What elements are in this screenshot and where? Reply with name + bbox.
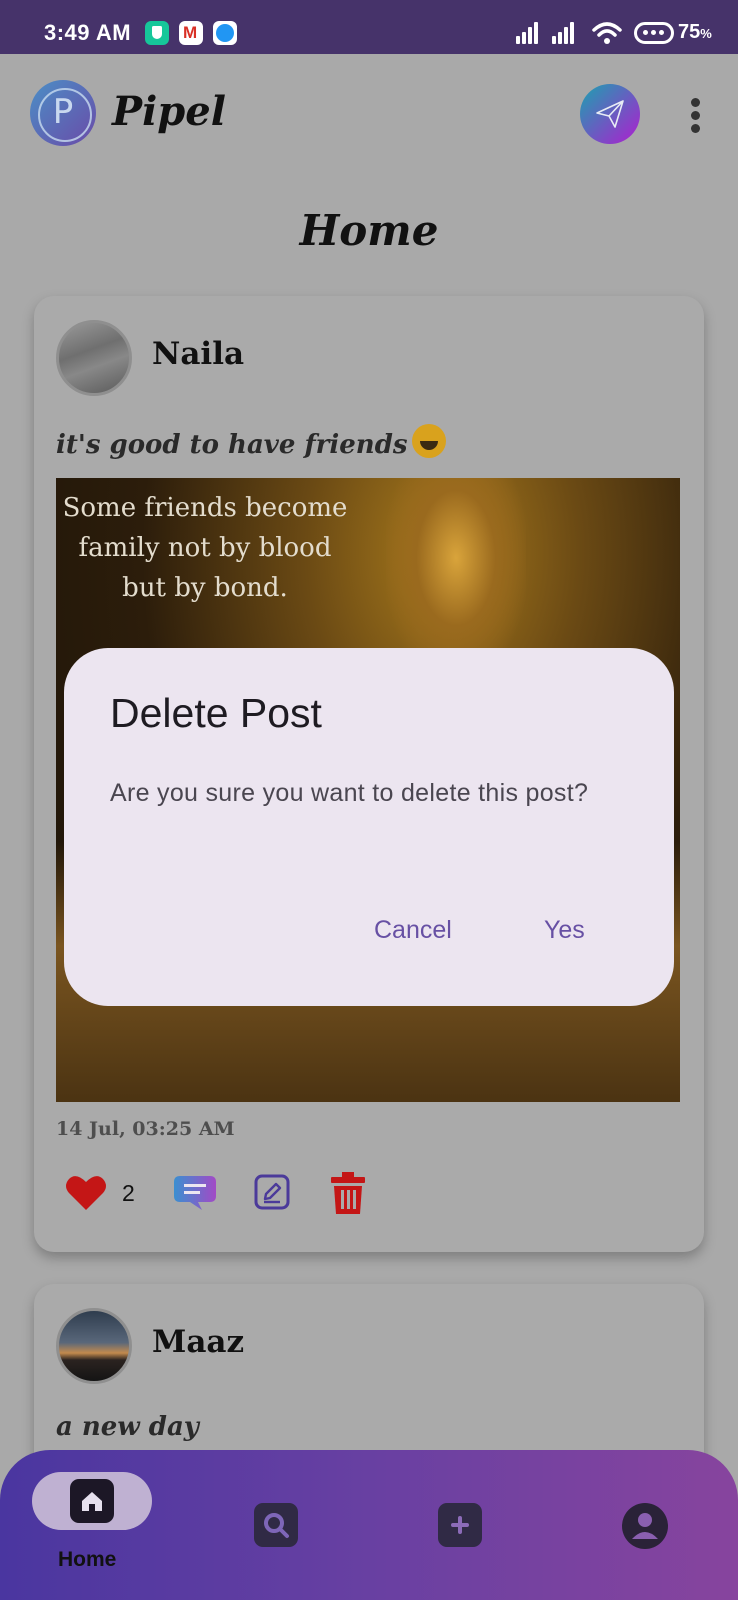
- battery-icon: [634, 22, 674, 44]
- status-time: 3:49 AM: [44, 20, 132, 45]
- profile-icon[interactable]: [622, 1503, 668, 1549]
- messenger-icon: [213, 21, 237, 45]
- home-icon[interactable]: [70, 1479, 114, 1523]
- battery-percent: 75%: [678, 21, 712, 43]
- search-icon[interactable]: [254, 1503, 298, 1547]
- delete-post-dialog: Delete Post Are you sure you want to del…: [64, 648, 674, 1006]
- shield-app-icon: [145, 21, 169, 45]
- dialog-message: Are you sure you want to delete this pos…: [110, 779, 589, 807]
- wifi-icon: [592, 22, 622, 44]
- confirm-yes-button[interactable]: Yes: [544, 916, 585, 945]
- nav-label-home[interactable]: Home: [58, 1548, 116, 1572]
- add-icon[interactable]: [438, 1503, 482, 1547]
- signal-icon: [516, 22, 540, 44]
- dialog-title: Delete Post: [110, 690, 322, 736]
- signal-icon: [552, 22, 576, 44]
- status-bar: 3:49 AM 75%: [0, 0, 738, 54]
- gmail-icon: [179, 21, 203, 45]
- bottom-navigation: Home: [0, 1450, 738, 1600]
- cancel-button[interactable]: Cancel: [374, 916, 452, 945]
